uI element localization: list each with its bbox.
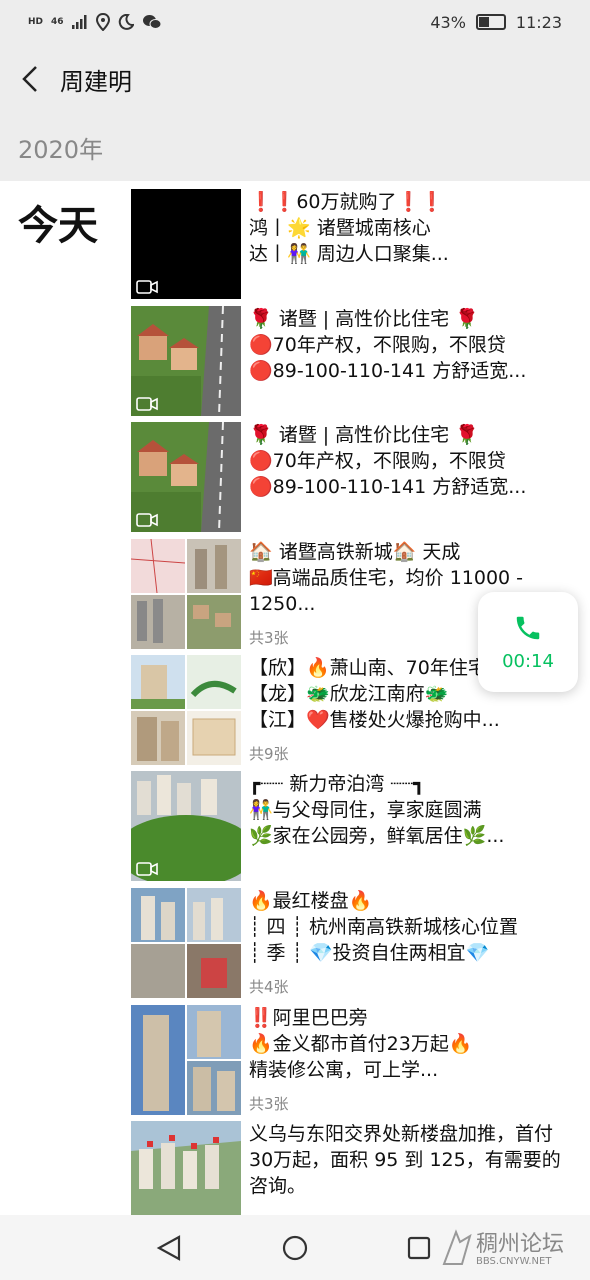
post-item[interactable]: 🔥最红楼盘🔥 ┊ 四 ┊ 杭州南高铁新城核心位置 ┊ 季 ┊ 💎投资自住两相宜💎… (131, 888, 571, 998)
nav-back-button[interactable] (152, 1231, 186, 1265)
post-thumbnail[interactable] (131, 1121, 241, 1215)
thumbnail-image (131, 1005, 241, 1115)
video-icon (136, 513, 158, 527)
battery-icon (475, 14, 506, 30)
phone-icon (516, 616, 540, 639)
square-recents-icon (407, 1236, 431, 1260)
nav-recents-button[interactable] (402, 1231, 436, 1265)
post-thumbnail[interactable] (131, 655, 241, 765)
clock: 11:23 (515, 12, 562, 32)
post-text: 🌹 诸暨 | 高性价比住宅 🌹 🔴70年产权，不限购，不限贷 🔴89-100-1… (249, 306, 569, 384)
post-item[interactable]: ‼️阿里巴巴旁 🔥金义都市首付23万起🔥 精装修公寓，可上学... 共3张 (131, 1005, 571, 1115)
post-thumbnail[interactable] (131, 771, 241, 881)
post-line: 🔥金义都市首付23万起🔥 (249, 1033, 473, 1055)
post-item[interactable]: 🌹 诸暨 | 高性价比住宅 🌹 🔴70年产权，不限购，不限贷 🔴89-100-1… (131, 422, 571, 532)
post-line: ‼️阿里巴巴旁 (249, 1007, 368, 1029)
battery-percent: 43% (430, 12, 466, 32)
video-icon (136, 280, 158, 294)
post-line: 🔴89-100-110-141 方舒适宽... (249, 360, 527, 382)
post-line: 精装修公寓，可上学... (249, 1059, 439, 1081)
post-text: 🌹 诸暨 | 高性价比住宅 🌹 🔴70年产权，不限购，不限贷 🔴89-100-1… (249, 422, 569, 500)
post-item[interactable]: 义乌与东阳交界处新楼盘加推，首付 30万起，面积 95 到 125，有需要的 咨… (131, 1121, 571, 1215)
post-line: 🌹 诸暨 | 高性价比住宅 🌹 (249, 424, 479, 446)
post-text: ‼️阿里巴巴旁 🔥金义都市首付23万起🔥 精装修公寓，可上学... (249, 1005, 569, 1083)
watermark-logo (442, 1229, 472, 1265)
post-line: 🌹 诸暨 | 高性价比住宅 🌹 (249, 308, 479, 330)
year-label: 2020年 (18, 136, 104, 164)
circle-home-icon (282, 1235, 308, 1261)
watermark-url: BBS.CNYW.NET (476, 1256, 552, 1267)
post-line: ┏┈┈ 新力帝泊湾 ┈┈┓ (249, 773, 425, 795)
video-icon (136, 397, 158, 411)
image-count: 共3张 (249, 1095, 289, 1113)
thumbnail-image (131, 655, 241, 765)
network-type: 46 (51, 17, 64, 27)
post-text: ❗❗60万就购了❗❗ 鸿丨🌟 诸暨城南核心 达丨👫 周边人口聚集... (249, 189, 569, 267)
voice-call-float[interactable]: 00:14 (478, 592, 578, 692)
nav-home-button[interactable] (278, 1231, 312, 1265)
post-line: 🇨🇳高端品质住宅，均价 11000 - (249, 567, 524, 589)
post-line: 👫与父母同住，享家庭圆满 (249, 799, 482, 821)
moments-feed[interactable]: 今天 ❗❗60万就购了❗❗ 鸿丨🌟 诸暨城南核心 达丨👫 周边人口聚集... 🌹… (0, 181, 590, 1215)
post-line: ┊ 四 ┊ 杭州南高铁新城核心位置 (249, 916, 518, 938)
post-item[interactable]: ┏┈┈ 新力帝泊湾 ┈┈┓ 👫与父母同住，享家庭圆满 🌿家在公园旁，鲜氧居住🌿.… (131, 771, 571, 881)
post-line: 咨询。 (249, 1175, 307, 1197)
image-count: 共9张 (249, 745, 289, 763)
hd-icon: HD (28, 17, 44, 27)
status-bar: HD 46 43% 11:23 (0, 0, 590, 44)
post-thumbnail[interactable] (131, 189, 241, 299)
post-line: 达丨👫 周边人口聚集... (249, 243, 449, 265)
header: 周建明 (0, 44, 590, 114)
watermark-title: 稠州论坛 (476, 1232, 565, 1257)
post-thumbnail[interactable] (131, 422, 241, 532)
post-text: 义乌与东阳交界处新楼盘加推，首付 30万起，面积 95 到 125，有需要的 咨… (249, 1121, 569, 1199)
post-text: 🔥最红楼盘🔥 ┊ 四 ┊ 杭州南高铁新城核心位置 ┊ 季 ┊ 💎投资自住两相宜💎 (249, 888, 569, 966)
battery-level (478, 17, 489, 27)
image-count: 共3张 (249, 629, 289, 647)
post-thumbnail[interactable] (131, 888, 241, 998)
thumbnail-image (131, 1121, 241, 1215)
post-line: 30万起，面积 95 到 125，有需要的 (249, 1149, 561, 1171)
post-line: 🔴70年产权，不限购，不限贷 (249, 334, 506, 356)
image-count: 共4张 (249, 978, 289, 996)
call-duration: 00:14 (502, 650, 554, 672)
back-button[interactable] (0, 44, 60, 114)
signal-icon (71, 15, 87, 29)
video-icon (136, 862, 158, 876)
post-line: 🔴70年产权，不限购，不限贷 (249, 450, 506, 472)
post-line: 【江】❤️售楼处火爆抢购中... (249, 709, 500, 731)
post-item[interactable]: 🌹 诸暨 | 高性价比住宅 🌹 🔴70年产权，不限购，不限贷 🔴89-100-1… (131, 306, 571, 416)
forum-watermark: 稠州论坛 BBS.CNYW.NET (440, 1222, 588, 1274)
chevron-left-icon (22, 66, 37, 92)
date-label: 今天 (18, 203, 98, 249)
post-line: 🌿家在公园旁，鲜氧居住🌿... (249, 825, 505, 847)
page-title: 周建明 (60, 67, 132, 96)
triangle-back-icon (156, 1235, 181, 1261)
thumbnail-image (131, 888, 241, 998)
thumbnail-image (131, 539, 241, 649)
post-thumbnail[interactable] (131, 1005, 241, 1115)
post-line: ┊ 季 ┊ 💎投资自住两相宜💎 (249, 942, 490, 964)
post-line: ❗❗60万就购了❗❗ (249, 191, 444, 213)
post-thumbnail[interactable] (131, 539, 241, 649)
post-text: ┏┈┈ 新力帝泊湾 ┈┈┓ 👫与父母同住，享家庭圆满 🌿家在公园旁，鲜氧居住🌿.… (249, 771, 569, 849)
wechat-icon (142, 15, 162, 29)
post-line: 鸿丨🌟 诸暨城南核心 (249, 217, 431, 239)
post-line: 🏠 诸暨高铁新城🏠 天成 (249, 541, 461, 563)
post-line: 🔴89-100-110-141 方舒适宽... (249, 476, 527, 498)
location-icon (95, 13, 110, 31)
post-thumbnail[interactable] (131, 306, 241, 416)
moon-icon (118, 14, 134, 30)
post-line: 义乌与东阳交界处新楼盘加推，首付 (249, 1123, 554, 1145)
post-line: 🔥最红楼盘🔥 (249, 890, 373, 912)
post-item[interactable]: ❗❗60万就购了❗❗ 鸿丨🌟 诸暨城南核心 达丨👫 周边人口聚集... (131, 189, 571, 299)
